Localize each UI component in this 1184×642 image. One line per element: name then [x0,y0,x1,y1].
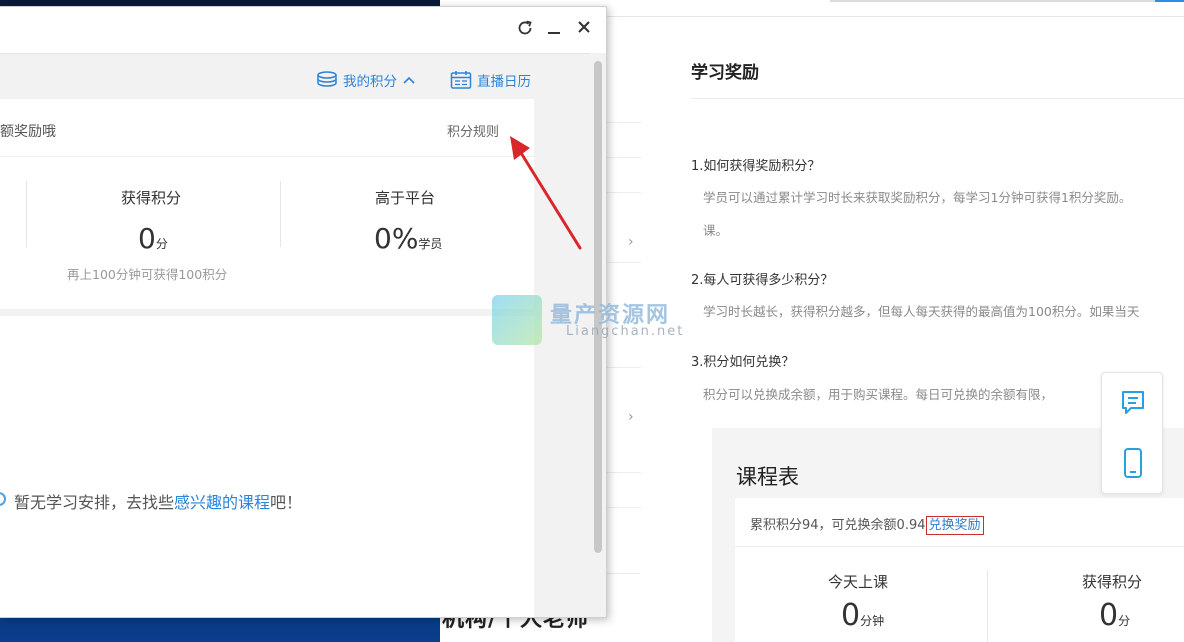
menu-divider [603,192,641,193]
points-info-text: 额奖励哦 [0,124,56,140]
stat-unit: 分 [155,237,168,251]
stat-label: 今天上课 [828,573,889,591]
chevron-right-icon[interactable]: › [628,409,634,425]
faq-question: 1.如何获得奖励积分？ [691,159,821,174]
header-divider [605,16,1184,17]
my-points-label: 我的积分 [343,74,397,90]
stat-label: 高于平台 [375,189,436,207]
stat-divider [987,570,988,642]
minimize-icon[interactable] [543,19,565,41]
watermark: 量产资源网 Liangchan.net [490,293,700,349]
stat-unit: 学员 [418,237,443,251]
points-summary: 累积积分94，可兑换余额0.94 兑换奖励 [750,514,984,535]
empty-message-suffix: 吧！ [270,493,303,512]
faq-answer: 学习时长越长，获得积分越多，但每人每天获得的最高值为100积分。如果当天 [703,304,1140,319]
faq-question: 2.每人可获得多少积分？ [691,273,834,288]
points-rules-link[interactable]: 积分规则 [447,121,499,140]
menu-divider [603,157,641,158]
window-titlebar [0,7,606,54]
menu-divider [603,507,641,508]
stat-divider [280,181,281,247]
annotation-arrow-icon [510,136,582,250]
live-calendar-label: 直播日历 [477,74,531,90]
faq-answer-continued: 课。 [703,223,729,238]
points-summary-text: 累积积分94，可兑换余额0.94 [750,518,926,533]
stat-unit: 分 [1118,614,1131,628]
info-icon [0,492,6,506]
mobile-phone-icon[interactable] [1120,447,1146,478]
rewards-divider [691,98,1184,99]
my-points-toggle[interactable]: 我的积分 [316,70,416,90]
stat-number: 0 [1099,598,1119,633]
stat-number: 0 [138,222,156,255]
faq-question: 3.积分如何兑换？ [691,355,795,370]
watermark-logo-icon [492,295,542,345]
schedule-area: 暂无学习安排，去找些感兴趣的课程吧！ [0,316,534,617]
watermark-subtitle: Liangchan.net [566,324,685,339]
refresh-icon[interactable] [514,19,536,41]
points-hint: 再上100分钟可获得100积分 [67,267,228,282]
floating-toolbar [1101,372,1163,494]
rewards-title: 学习奖励 [691,63,759,83]
menu-divider [603,122,641,123]
exchange-reward-link[interactable]: 兑换奖励 [925,516,984,535]
interesting-courses-link[interactable]: 感兴趣的课程 [174,493,270,512]
live-calendar-link[interactable]: 直播日历 [450,70,531,90]
stat-number: 0% [374,222,419,255]
points-card: 额奖励哦 积分规则 获得积分 0分 高于平台 0%学员 再上100分钟可获得10… [0,99,534,309]
calendar-icon [450,71,472,89]
coins-icon [317,71,337,87]
stat-value: 0%学员 [374,222,442,255]
chevron-right-icon[interactable]: › [628,234,634,250]
empty-schedule-message: 暂无学习安排，去找些感兴趣的课程吧！ [14,489,302,513]
empty-message-prefix: 暂无学习安排，去找些 [14,493,175,512]
close-icon[interactable] [573,19,595,41]
stat-label: 获得积分 [1082,573,1143,591]
card-divider [735,546,1184,547]
schedule-card: 累积积分94，可兑换余额0.94 兑换奖励 今天上课 0分钟 获得积分 0分 [735,498,1184,642]
message-icon[interactable] [1120,389,1146,419]
card-divider [0,156,534,157]
menu-divider [603,472,641,473]
header-search-button[interactable] [1155,0,1184,2]
stat-value: 0分钟 [841,598,884,633]
menu-divider [603,367,641,368]
faq-answer: 积分可以兑换成余额，用于购买课程。每日可兑换的余额有限， [703,387,1054,402]
stat-label: 获得积分 [121,189,182,207]
chevron-up-icon [403,76,415,84]
stat-value: 0分 [138,222,168,255]
stat-number: 0 [841,598,861,633]
faq-answer: 学员可以通过累计学习时长来获取奖励积分，每学习1分钟可获得1积分奖励。 [703,190,1132,205]
stat-unit: 分钟 [860,614,885,628]
stat-divider [26,181,27,247]
schedule-title: 课程表 [736,465,799,489]
stat-value: 0分 [1099,598,1130,633]
menu-divider [603,262,641,263]
header-search-bar[interactable] [830,0,1160,2]
